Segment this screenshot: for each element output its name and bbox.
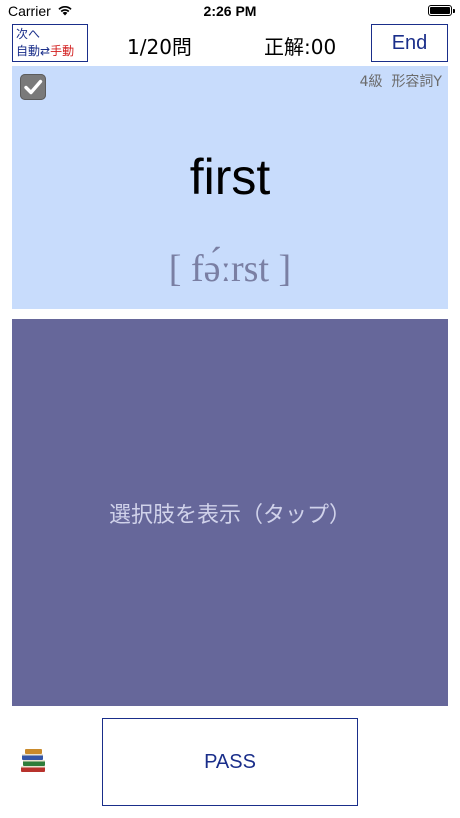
status-bar: Carrier 2:26 PM <box>0 0 460 24</box>
pronunciation: [ fə́ːrst ] <box>168 248 292 290</box>
manual-label: 手動 <box>50 44 75 58</box>
battery-icon <box>428 5 455 16</box>
next-mode-toggle-button[interactable]: 次へ 自動⇄手動 <box>12 24 88 62</box>
word-card: 4級 形容詞Y first [ fə́ːrst ] <box>12 66 448 309</box>
mode-label: 自動⇄手動 <box>16 43 84 60</box>
checkmark-icon <box>24 79 43 95</box>
level-info: 4級 形容詞Y <box>360 71 442 91</box>
swap-arrows-icon: ⇄ <box>40 44 51 58</box>
question-counter: 1/20問 <box>127 35 192 59</box>
correct-count: 正解:00 <box>264 35 337 59</box>
mark-checkbox[interactable] <box>20 74 46 100</box>
grade-label: 4級 <box>359 74 383 90</box>
vocab-word: first <box>189 149 271 205</box>
show-choices-label: 選択肢を表示（タップ） <box>108 503 351 528</box>
show-choices-panel[interactable]: 選択肢を表示（タップ） <box>12 319 448 706</box>
books-icon[interactable] <box>19 746 49 776</box>
status-time: 2:26 PM <box>203 3 257 19</box>
auto-label: 自動 <box>16 44 41 58</box>
pass-button[interactable]: PASS <box>102 718 358 806</box>
part-of-speech-label: 形容詞Y <box>391 74 442 90</box>
next-label: 次へ <box>16 27 41 41</box>
end-button[interactable]: End <box>371 24 448 62</box>
